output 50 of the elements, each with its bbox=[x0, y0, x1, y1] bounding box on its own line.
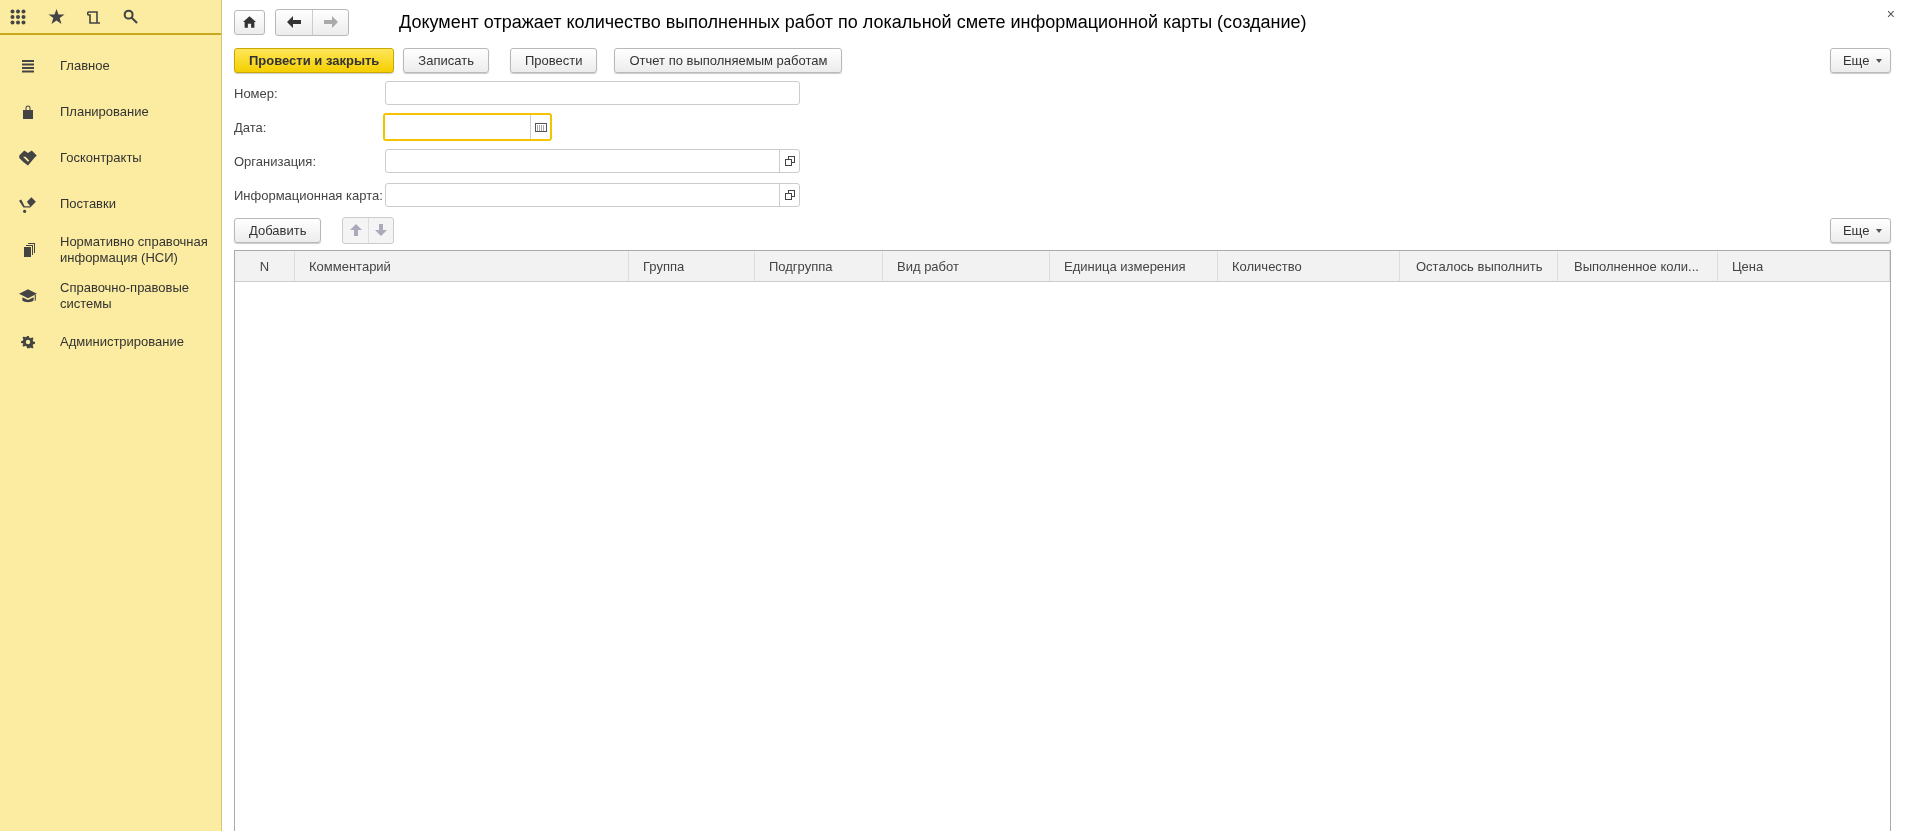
column-header[interactable]: N bbox=[235, 251, 295, 281]
column-header[interactable]: Вид работ bbox=[883, 251, 1050, 281]
input-field[interactable] bbox=[385, 81, 800, 105]
column-header[interactable]: Комментарий bbox=[295, 251, 629, 281]
star-icon[interactable] bbox=[48, 8, 65, 25]
post-and-close-button[interactable]: Провести и закрыть bbox=[234, 47, 395, 73]
sidebar-item[interactable]: Главное bbox=[0, 43, 221, 89]
close-button[interactable]: × bbox=[1886, 6, 1895, 22]
caret-icon bbox=[1876, 59, 1882, 64]
more-button[interactable]: Еще bbox=[1829, 47, 1891, 73]
toolbar-button[interactable]: Записать bbox=[403, 47, 489, 73]
graduation-cap-icon bbox=[18, 287, 38, 305]
field-label: Дата: bbox=[234, 119, 268, 135]
gear-icon bbox=[21, 335, 35, 349]
window-title: Документ отражает количество выполненных работ по локальной смете информационной карты (создание) bbox=[399, 11, 1307, 33]
sidebar-item[interactable]: Справочно-правовые системы bbox=[0, 273, 221, 319]
sidebar-item[interactable]: Госконтракты bbox=[0, 135, 221, 181]
history-icon[interactable] bbox=[87, 8, 101, 25]
field-label: Информационная карта: bbox=[234, 187, 384, 203]
home-icon bbox=[243, 16, 256, 28]
column-header[interactable]: Цена bbox=[1718, 251, 1890, 281]
cart-icon bbox=[18, 195, 38, 213]
toolbar-button[interactable]: Провести bbox=[509, 47, 598, 73]
bag-icon bbox=[20, 104, 36, 120]
search-icon[interactable] bbox=[123, 9, 138, 24]
sidebar-item[interactable]: Поставки bbox=[0, 181, 221, 227]
column-header[interactable]: Количество bbox=[1218, 251, 1400, 281]
caret-icon bbox=[1876, 229, 1882, 234]
input-field[interactable] bbox=[385, 149, 800, 173]
add-button[interactable]: Добавить bbox=[234, 217, 322, 243]
field-label: Номер: bbox=[234, 85, 279, 101]
field-label: Организация: bbox=[234, 153, 318, 169]
open-window-icon bbox=[784, 156, 795, 166]
column-header[interactable]: Подгруппа bbox=[755, 251, 883, 281]
column-header[interactable]: Осталось выполнить bbox=[1400, 251, 1558, 281]
apps-grid-icon[interactable] bbox=[10, 8, 26, 25]
sidebar-item[interactable]: Планирование bbox=[0, 89, 221, 135]
list-icon bbox=[20, 58, 36, 74]
home-button[interactable] bbox=[234, 9, 265, 35]
date-field[interactable] bbox=[383, 113, 552, 141]
open-window-icon bbox=[784, 190, 795, 200]
calendar-icon bbox=[534, 122, 547, 132]
input-field[interactable] bbox=[385, 183, 800, 207]
column-header[interactable]: Выполненное коли... bbox=[1558, 251, 1718, 281]
toolbar-button[interactable]: Отчет по выполняемым работам bbox=[614, 47, 843, 73]
sidebar-item[interactable]: Администрирование bbox=[0, 319, 221, 365]
column-header[interactable]: Единица измерения bbox=[1050, 251, 1218, 281]
more-button[interactable]: Еще bbox=[1829, 217, 1891, 243]
column-header[interactable]: Группа bbox=[629, 251, 755, 281]
sidebar-item[interactable]: Нормативно справочная информация (НСИ) bbox=[0, 227, 221, 273]
